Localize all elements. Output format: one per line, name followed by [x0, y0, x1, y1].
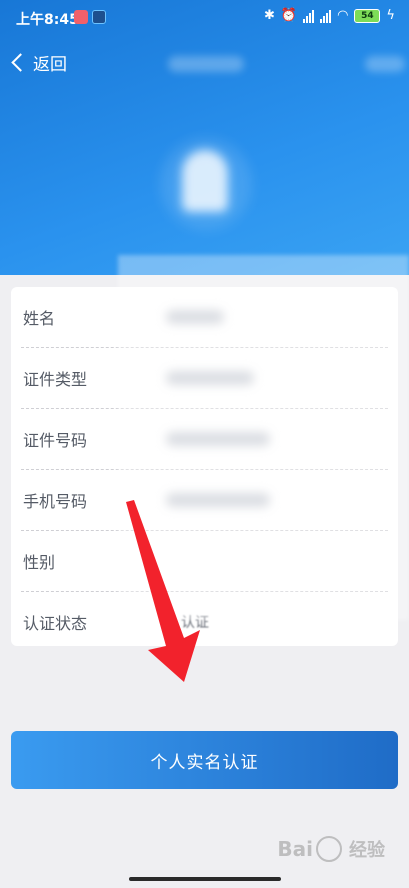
battery-icon: 54 [354, 9, 381, 23]
identity-info-page: 上午8:45 ✱ ⏰ ◠ 54 ϟ 返回 姓名 证件类型 证件号码 手机号码 性… [0, 0, 409, 888]
status-bar: 上午8:45 ✱ ⏰ ◠ 54 ϟ [0, 0, 409, 34]
page-title-redacted [168, 56, 244, 72]
real-name-auth-button[interactable]: 个人实名认证 [11, 731, 398, 789]
bluetooth-icon: ✱ [263, 8, 275, 23]
row-label: 性别 [23, 553, 56, 572]
info-row-gender: 性别 [21, 531, 388, 592]
back-button[interactable]: 返回 [10, 50, 67, 75]
redacted-value [166, 310, 224, 324]
row-label: 证件号码 [23, 431, 88, 450]
info-row-phone: 手机号码 [21, 470, 388, 531]
home-indicator[interactable] [129, 877, 281, 881]
watermark-sub: 经验 [349, 840, 385, 861]
redacted-value [166, 432, 270, 446]
back-label: 返回 [33, 55, 67, 75]
wifi-icon: ◠ [337, 8, 349, 23]
signal-icon [303, 9, 315, 23]
info-row-id-type: 证件类型 [21, 348, 388, 409]
row-label: 认证状态 [23, 614, 88, 633]
signal-icon-2 [320, 9, 332, 23]
row-label: 手机号码 [23, 492, 88, 511]
watermark-brand: Bai [277, 837, 313, 861]
redacted-value [166, 371, 254, 385]
status-time: 上午8:45 [16, 12, 79, 28]
nav-action-redacted[interactable] [365, 56, 405, 72]
info-card: 姓名 证件类型 证件号码 手机号码 性别 认证状态 认证 [11, 287, 398, 646]
status-icons: ✱ ⏰ ◠ 54 ϟ [264, 8, 395, 24]
chevron-left-icon [11, 53, 30, 72]
notification-app-icon-2 [92, 10, 106, 24]
row-label: 姓名 [23, 309, 56, 328]
nav-bar: 返回 [0, 44, 409, 84]
row-label: 证件类型 [23, 370, 88, 389]
auth-status-value: 认证 [181, 615, 209, 631]
charging-icon: ϟ [386, 8, 395, 23]
notification-app-icon [74, 10, 88, 24]
alarm-icon: ⏰ [280, 8, 298, 23]
info-row-id-number: 证件号码 [21, 409, 388, 470]
info-row-auth-status: 认证状态 认证 [21, 592, 388, 646]
baidu-watermark: Bai 经验 [277, 836, 385, 862]
redacted-value [166, 493, 270, 507]
paw-icon [316, 836, 342, 862]
avatar-icon [182, 150, 228, 212]
info-row-name: 姓名 [21, 287, 388, 348]
